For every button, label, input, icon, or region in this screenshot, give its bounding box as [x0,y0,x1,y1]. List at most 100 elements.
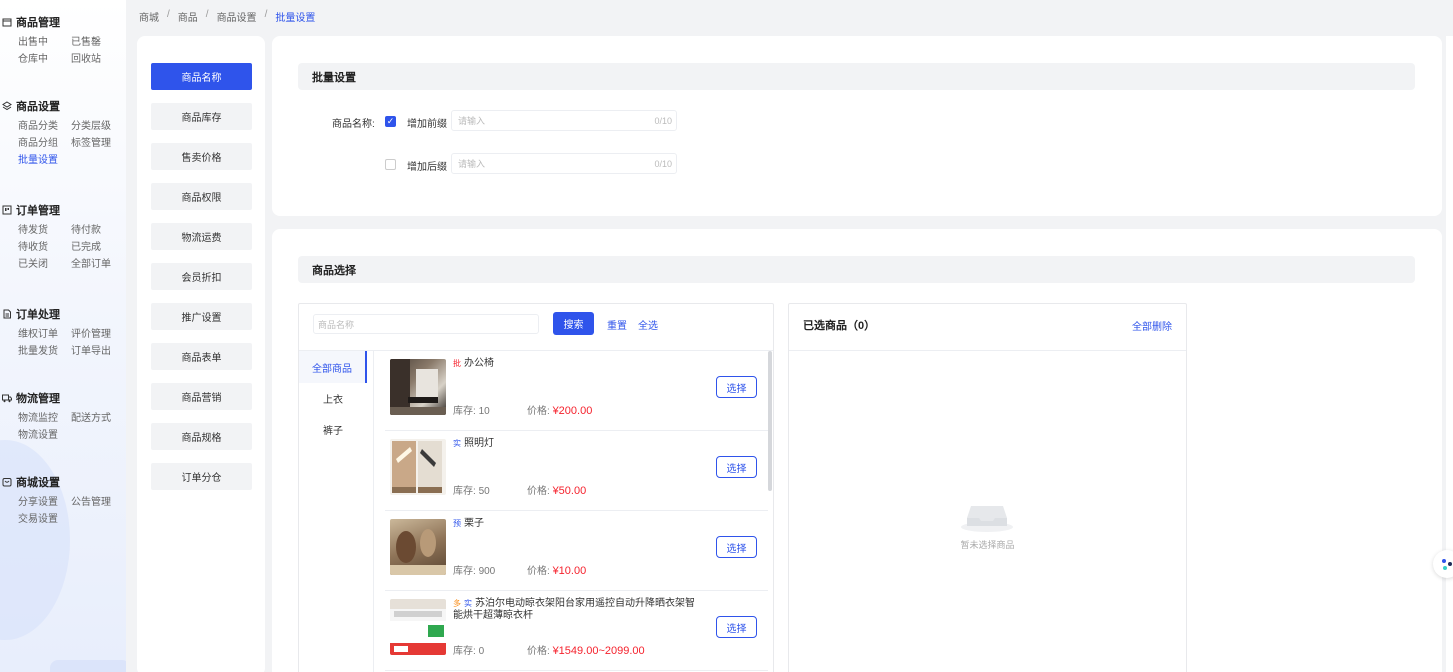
sidebar-group-title[interactable]: 商品管理 [0,14,126,30]
goods-item: 多实苏泊尔电动晾衣架阳台家用遥控自动升降晒衣架智能烘干超薄晾衣杆 库存: 0 价… [385,591,768,671]
sidebar-item[interactable]: 维权订单 [18,328,71,342]
sidebar-item[interactable]: 仓库中 [18,53,71,67]
category-list: 全部商品 上衣 裤子 [299,351,374,672]
menu-order-warehouse[interactable]: 订单分仓 [151,463,252,490]
sidebar-item[interactable]: 全部订单 [71,258,124,272]
prefix-checkbox[interactable]: ✓ [385,116,396,127]
goods-name: 办公椅 [464,358,494,369]
sidebar-item[interactable]: 待付款 [71,224,124,238]
reset-link[interactable]: 重置 [607,317,627,332]
sidebar-item[interactable]: 批量发货 [18,345,71,359]
goods-name: 栗子 [464,518,484,529]
sidebar-decoration [0,440,70,640]
sidebar-item[interactable]: 分享设置 [18,496,71,510]
order-icon [2,205,12,215]
sidebar-group-goods-settings: 商品设置 商品分类 分类层级 商品分组 标签管理 批量设置 [0,98,126,168]
menu-goods-form[interactable]: 商品表单 [151,343,252,370]
choose-button[interactable]: 选择 [716,536,757,558]
choose-button[interactable]: 选择 [716,376,757,398]
sidebar-item[interactable]: 出售中 [18,36,71,50]
box-icon [2,17,12,27]
breadcrumb-item[interactable]: 商城 [139,9,159,24]
sidebar-item[interactable]: 公告管理 [71,496,124,510]
sidebar-item[interactable]: 订单导出 [71,345,124,359]
sidebar-item[interactable]: 物流监控 [18,412,71,426]
sidebar-item[interactable]: 回收站 [71,53,124,67]
settings-menu: 商品名称 商品库存 售卖价格 商品权限 物流运费 会员折扣 推广设置 商品表单 … [137,36,265,672]
tag-badge: 批 [453,359,461,368]
store-icon [2,477,12,487]
empty-text: 暂未选择商品 [960,540,1015,550]
menu-goods-marketing[interactable]: 商品营销 [151,383,252,410]
selected-title: 已选商品（0） [803,320,876,332]
breadcrumb-item[interactable]: 商品设置 [217,9,257,24]
menu-shipping-fee[interactable]: 物流运费 [151,223,252,250]
sidebar-item-batch-settings[interactable]: 批量设置 [18,154,71,168]
suffix-checkbox[interactable] [385,159,396,170]
category-tops[interactable]: 上衣 [299,382,367,414]
tag-badge: 预 [453,519,461,528]
empty-box-icon [959,494,1015,534]
search-button[interactable]: 搜索 [553,312,594,335]
choose-button[interactable]: 选择 [716,456,757,478]
goods-price: ¥50.00 [552,485,587,497]
menu-sale-price[interactable]: 售卖价格 [151,143,252,170]
sidebar-group-title[interactable]: 商城设置 [0,474,126,490]
sidebar-item[interactable]: 已售罄 [71,36,124,50]
sidebar-item[interactable]: 待发货 [18,224,71,238]
select-all-link[interactable]: 全选 [638,317,658,332]
menu-goods-permission[interactable]: 商品权限 [151,183,252,210]
assistant-icon [1442,559,1452,570]
sidebar-group-title[interactable]: 订单管理 [0,202,126,218]
sidebar-item[interactable]: 交易设置 [18,513,71,527]
sidebar-group-store-settings: 商城设置 分享设置 公告管理 交易设置 [0,474,126,527]
sidebar-decoration [50,660,126,672]
sidebar-item[interactable]: 已完成 [71,241,124,255]
suffix-label: 增加后缀 [407,162,447,173]
sidebar-group-title[interactable]: 物流管理 [0,390,126,406]
sidebar-group-title[interactable]: 订单处理 [0,306,126,322]
breadcrumb: 商城 / 商品 / 商品设置 / 批量设置 [139,9,316,24]
suffix-input[interactable]: 请输入 0/10 [451,153,677,174]
tag-badge: 多 [453,599,461,608]
sidebar-group-logistics: 物流管理 物流监控 配送方式 物流设置 [0,390,126,443]
category-all[interactable]: 全部商品 [299,351,367,383]
prefix-label: 增加前缀 [407,119,447,130]
goods-item: 实照明灯 库存: 50 价格: ¥50.00 选择 [385,431,768,511]
sidebar-item[interactable]: 分类层级 [71,120,124,134]
sidebar-group-order-processing: 订单处理 维权订单 评价管理 批量发货 订单导出 [0,306,126,359]
office-chair-image [390,359,446,415]
breadcrumb-item[interactable]: 商品 [178,9,198,24]
sidebar-item[interactable]: 待收货 [18,241,71,255]
menu-member-discount[interactable]: 会员折扣 [151,263,252,290]
goods-list-scrollbar[interactable] [768,351,772,491]
menu-goods-spec[interactable]: 商品规格 [151,423,252,450]
sidebar-item[interactable]: 商品分类 [18,120,71,134]
sidebar-item[interactable]: 评价管理 [71,328,124,342]
goods-stock: 10 [478,406,490,417]
tag-badge: 实 [453,439,461,448]
goods-item: 批办公椅 库存: 10 价格: ¥200.00 选择 [385,351,768,431]
delete-all-link[interactable]: 全部删除 [1132,318,1172,333]
goods-name: 苏泊尔电动晾衣架阳台家用遥控自动升降晒衣架智能烘干超薄晾衣杆 [453,598,695,621]
goods-picker: 商品名称 搜索 重置 全选 全部商品 上衣 裤子 批办公椅 库存: 10 价格:… [298,303,774,672]
menu-promotion[interactable]: 推广设置 [151,303,252,330]
menu-goods-name[interactable]: 商品名称 [151,63,252,90]
sidebar-item[interactable]: 商品分组 [18,137,71,151]
sidebar-item[interactable]: 物流设置 [18,429,71,443]
sidebar-item[interactable]: 标签管理 [71,137,124,151]
goods-stock: 900 [478,566,496,577]
goods-search-input[interactable]: 商品名称 [313,314,539,334]
sidebar-group-title[interactable]: 商品设置 [0,98,126,114]
breadcrumb-current: 批量设置 [275,13,316,24]
category-pants[interactable]: 裤子 [299,413,367,445]
choose-button[interactable]: 选择 [716,616,757,638]
sidebar-item[interactable]: 配送方式 [71,412,124,426]
assistant-float-button[interactable] [1433,550,1453,578]
sidebar-item[interactable]: 已关闭 [18,258,71,272]
prefix-input[interactable]: 请输入 0/10 [451,110,677,131]
goods-price: ¥10.00 [552,565,587,577]
tag-badge: 实 [464,599,472,608]
menu-goods-stock[interactable]: 商品库存 [151,103,252,130]
goods-price: ¥1549.00~2099.00 [552,645,645,657]
